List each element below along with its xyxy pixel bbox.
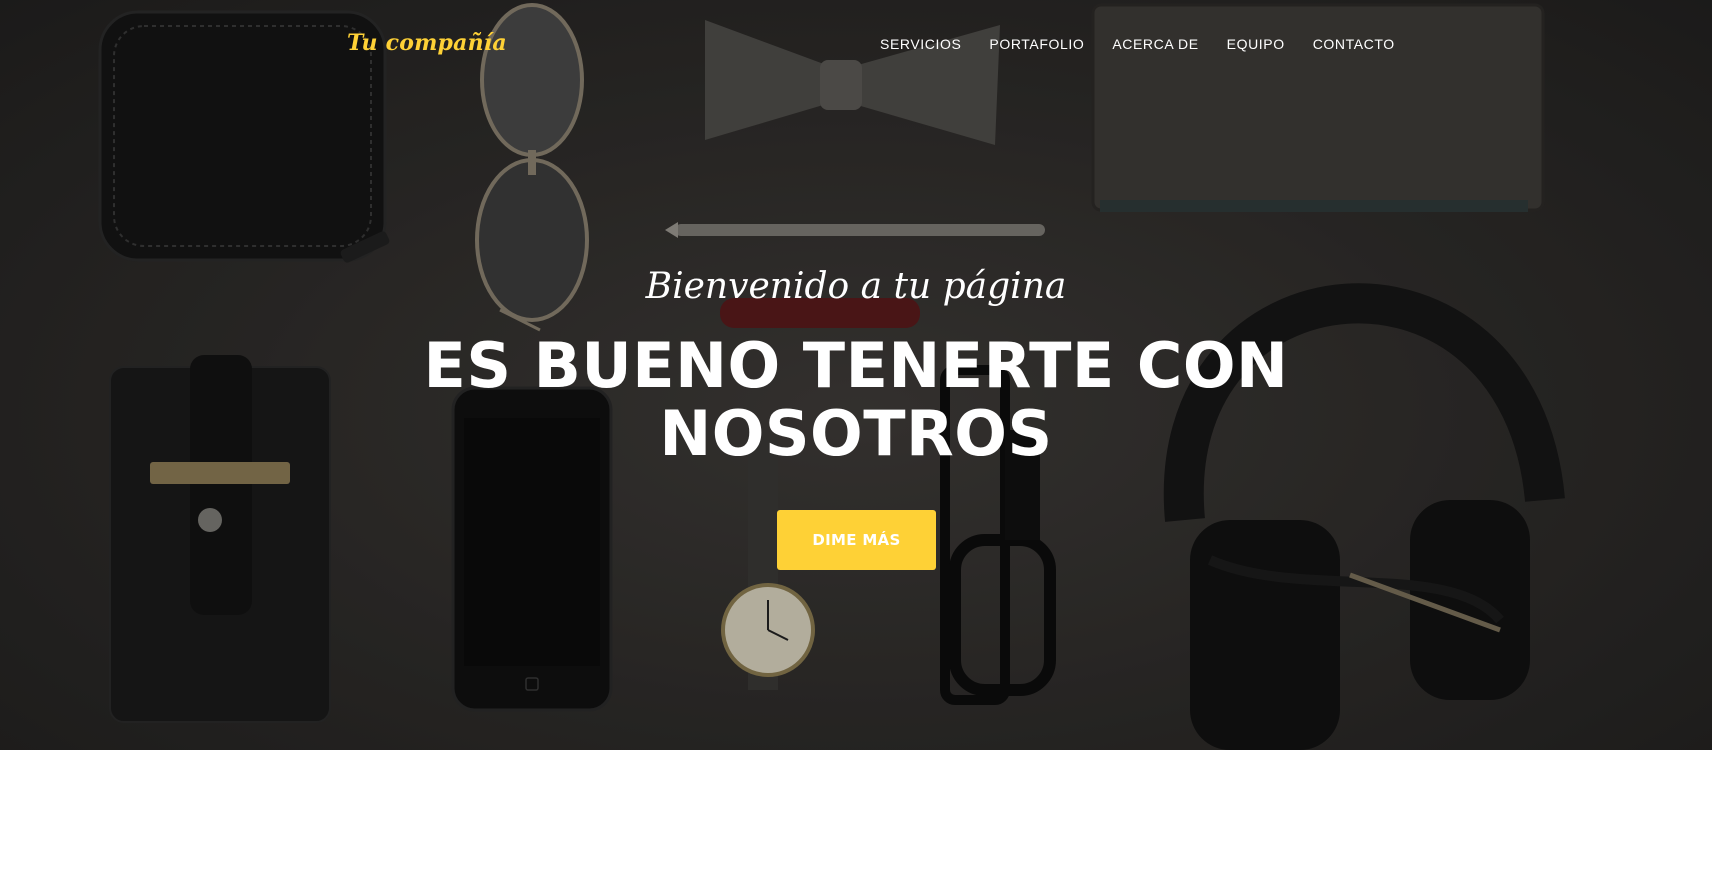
nav-item-acerca-de[interactable]: ACERCA DE <box>1098 36 1212 52</box>
brand-logo[interactable]: Tu compañía <box>347 30 507 56</box>
hero-lead-in: Bienvenido a tu página <box>645 266 1067 307</box>
content-area <box>0 750 1712 877</box>
top-navbar: Tu compañía SERVICIOS PORTAFOLIO ACERCA … <box>0 0 1712 92</box>
hero-heading-text: ES BUENO TENERTE CON NOSOTROS <box>423 329 1289 470</box>
nav-item-contacto[interactable]: CONTACTO <box>1299 36 1409 52</box>
cta-button[interactable]: DIME MÁS <box>777 510 936 570</box>
hero-section: Tu compañía SERVICIOS PORTAFOLIO ACERCA … <box>0 0 1712 750</box>
nav-menu: SERVICIOS PORTAFOLIO ACERCA DE EQUIPO CO… <box>866 36 1409 52</box>
hero-heading: ES BUENO TENERTE CON NOSOTROS <box>0 332 1712 468</box>
nav-item-servicios[interactable]: SERVICIOS <box>866 36 975 52</box>
nav-item-portafolio[interactable]: PORTAFOLIO <box>975 36 1098 52</box>
nav-item-equipo[interactable]: EQUIPO <box>1213 36 1299 52</box>
hero-text-block: Bienvenido a tu página ES BUENO TENERTE … <box>0 262 1712 468</box>
